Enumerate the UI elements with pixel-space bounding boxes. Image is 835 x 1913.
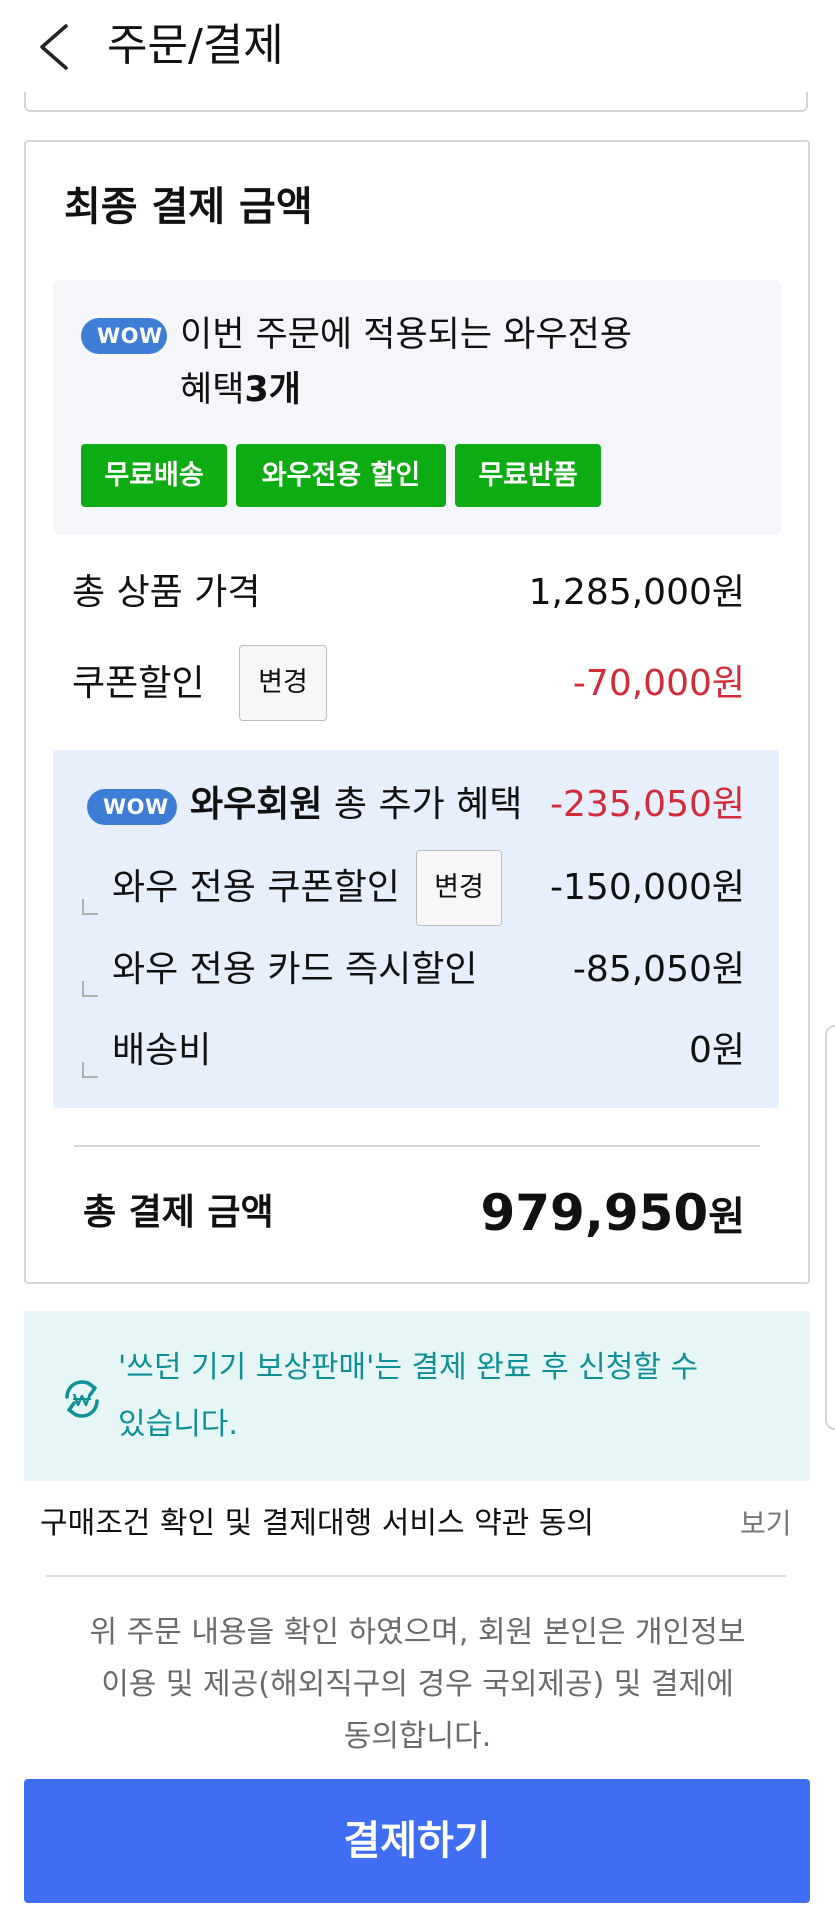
- agreement-text: 위 주문 내용을 확인 하였으며, 회원 본인은 개인정보 이용 및 제공(해외…: [40, 1607, 795, 1763]
- total-products-label: 총 상품 가격: [72, 572, 261, 613]
- benefit-tag-free-return: 무료반품: [455, 444, 601, 507]
- agreement-line3: 동의합니다.: [343, 1719, 492, 1754]
- coupon-discount-value: -70,000원: [572, 663, 745, 704]
- side-panel-edge: [825, 1025, 835, 1430]
- agreement-line1: 위 주문 내용을 확인 하였으며, 회원 본인은 개인정보: [89, 1615, 746, 1650]
- pay-button[interactable]: 결제하기: [24, 1779, 810, 1903]
- back-arrow-icon[interactable]: [30, 20, 84, 74]
- wow-coupon-value: -150,000원: [550, 867, 745, 908]
- benefit-tag-free-shipping: 무료배송: [81, 444, 227, 507]
- wow-member-title: 와우회원 총 추가 혜택: [190, 775, 522, 835]
- sub-item-marker-icon: [82, 899, 98, 915]
- wow-member-total-value: -235,050원: [550, 784, 745, 825]
- coupon-discount-label: 쿠폰할인: [72, 663, 205, 704]
- shipping-fee-label: 배송비: [112, 1030, 212, 1071]
- wow-member-badge: WOW: [87, 789, 177, 825]
- page-title: 주문/결제: [107, 20, 284, 71]
- grand-total-unit: 원: [708, 1194, 745, 1240]
- wow-benefit-text: 이번 주문에 적용되는 와우전용: [180, 315, 632, 355]
- agreement-line2: 이용 및 제공(해외직구의 경우 국외제공) 및 결제에: [101, 1667, 734, 1702]
- grand-total-value: 979,950원: [480, 1178, 745, 1252]
- sub-item-marker-icon: [82, 1062, 98, 1078]
- grand-total-number: 979,950: [480, 1184, 709, 1242]
- wow-member-title-rest: 총 추가 혜택: [322, 784, 523, 825]
- refresh-won-icon: [58, 1375, 106, 1423]
- wow-coupon-label: 와우 전용 쿠폰할인: [112, 867, 400, 908]
- wow-benefit-prefix: 혜택: [180, 370, 245, 410]
- terms-divider: [46, 1575, 786, 1577]
- summary-title: 최종 결제 금액: [64, 184, 313, 230]
- wow-benefit-count: 혜택3개: [180, 360, 301, 420]
- wow-card-discount-label: 와우 전용 카드 즉시할인: [112, 949, 478, 990]
- wow-card-discount-value: -85,050원: [572, 949, 745, 990]
- terms-agreement-label: 구매조건 확인 및 결제대행 서비스 약관 동의: [40, 1506, 595, 1541]
- benefit-tag-wow-discount: 와우전용 할인: [236, 444, 446, 507]
- terms-view-link[interactable]: 보기: [740, 1494, 792, 1554]
- wow-member-title-bold: 와우회원: [190, 784, 323, 825]
- summary-divider: [74, 1145, 760, 1147]
- notice-text-line1: '쓰던 기기 보상판매'는 결제 완료 후 신청할 수: [118, 1350, 699, 1385]
- notice-text-line2: 있습니다.: [118, 1407, 238, 1442]
- wow-benefit-count-value: 3개: [244, 370, 301, 410]
- coupon-change-button[interactable]: 변경: [239, 645, 327, 721]
- sub-item-marker-icon: [82, 981, 98, 997]
- shipping-fee-value: 0원: [688, 1030, 745, 1071]
- wow-badge: WOW: [81, 318, 167, 354]
- total-products-value: 1,285,000원: [528, 572, 745, 613]
- grand-total-label: 총 결제 금액: [83, 1192, 274, 1233]
- wow-coupon-change-button[interactable]: 변경: [416, 850, 502, 926]
